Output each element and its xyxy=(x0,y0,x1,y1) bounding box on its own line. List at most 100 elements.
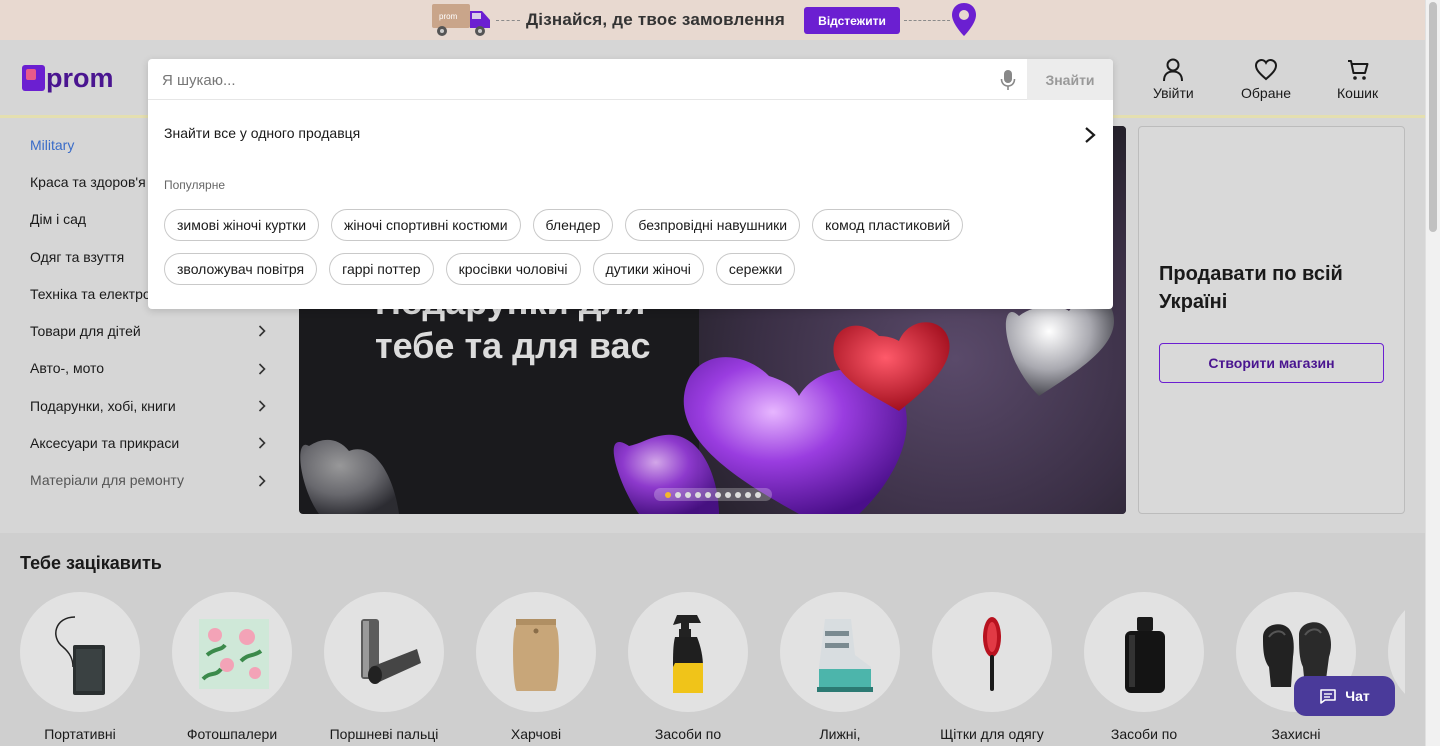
category-label: Аксесуари та прикраси xyxy=(30,435,180,452)
search-dropdown: Знайти Знайти все у одного продавця Попу… xyxy=(148,59,1113,309)
interest-label: Портативні xyxy=(44,726,116,742)
search-bar: Знайти xyxy=(148,59,1113,100)
microphone-icon[interactable] xyxy=(1000,69,1016,91)
interest-thumbnail xyxy=(172,592,292,712)
logo-mark-icon xyxy=(22,65,45,91)
delivery-truck-icon: prom xyxy=(432,4,490,36)
find-from-one-seller-link[interactable]: Знайти все у одного продавця xyxy=(164,125,1097,147)
interest-thumbnail xyxy=(20,592,140,712)
category-item-repair[interactable]: Матеріали для ремонту xyxy=(30,462,270,499)
interest-item[interactable]: Харчові xyxy=(476,592,596,742)
spray-bottle-icon xyxy=(673,615,703,693)
slider-dot[interactable] xyxy=(745,491,751,498)
chevron-right-icon xyxy=(1085,127,1096,143)
popular-label: Популярне xyxy=(164,178,226,192)
popular-chip[interactable]: зимові жіночі куртки xyxy=(164,209,320,241)
cart-button[interactable]: Кошик xyxy=(1337,58,1378,101)
interest-label: Харчові xyxy=(510,726,562,742)
track-order-button[interactable]: Відстежити xyxy=(804,7,900,34)
login-label: Увійти xyxy=(1153,85,1194,101)
interest-thumbnail xyxy=(324,592,444,712)
cart-icon xyxy=(1347,60,1369,80)
user-icon xyxy=(1163,58,1184,82)
interests-section: Тебе зацікавить Портативні Фотошпалери П… xyxy=(0,533,1425,746)
chevron-right-icon xyxy=(258,437,266,449)
popular-chip[interactable]: гаррі поттер xyxy=(329,253,434,285)
interest-label: Щітки для одягу xyxy=(940,726,1044,742)
slider-dot[interactable] xyxy=(665,491,671,498)
wallpaper-icon xyxy=(199,619,269,689)
interest-item[interactable]: Поршневі пальці xyxy=(324,592,444,742)
prom-logo[interactable]: prom xyxy=(22,65,114,92)
svg-text:prom: prom xyxy=(439,12,458,21)
slider-dot[interactable] xyxy=(685,491,691,498)
favorites-button[interactable]: Обране xyxy=(1241,58,1291,101)
login-button[interactable]: Увійти xyxy=(1153,58,1194,101)
slider-dot[interactable] xyxy=(675,491,681,498)
slider-dot[interactable] xyxy=(715,491,721,498)
interest-item[interactable]: Лижні, xyxy=(780,592,900,742)
chat-label: Чат xyxy=(1345,688,1370,704)
popular-chip[interactable]: дутики жіночі xyxy=(592,253,704,285)
popular-chip[interactable]: сережки xyxy=(715,253,796,285)
interest-item[interactable]: Фотошпалери xyxy=(172,592,292,742)
interest-thumbnail xyxy=(1084,592,1204,712)
clothes-brush-icon xyxy=(983,617,1001,691)
popular-chip[interactable]: блендер xyxy=(532,209,614,241)
seller-promo-card: Продавати по всій Україні Створити магаз… xyxy=(1138,126,1405,514)
category-label: Товари для дітей xyxy=(30,323,141,340)
slider-dot[interactable] xyxy=(705,491,711,498)
popular-chip[interactable]: зволожувач повітря xyxy=(164,253,318,285)
chevron-right-icon xyxy=(258,325,266,338)
chat-icon xyxy=(1320,689,1337,704)
interest-label: Лижні, xyxy=(819,726,861,742)
search-input[interactable] xyxy=(162,68,982,92)
category-item-gifts[interactable]: Подарунки, хобі, книги xyxy=(30,387,270,424)
interest-item[interactable]: Засоби по xyxy=(1084,592,1204,742)
slider-dots xyxy=(654,488,772,501)
interest-thumbnail xyxy=(628,592,748,712)
scrollbar-thumb[interactable] xyxy=(1429,2,1437,232)
interest-carousel: Портативні Фотошпалери Поршневі пальці Х… xyxy=(20,592,1405,746)
page-scrollbar[interactable] xyxy=(1425,0,1440,746)
popular-chips: зимові жіночі куртки жіночі спортивні ко… xyxy=(164,209,1104,285)
category-item-kids[interactable]: Товари для дітей xyxy=(30,312,270,349)
chevron-right-icon xyxy=(258,400,266,412)
interest-item[interactable]: Захисні xyxy=(1236,592,1356,742)
category-label: Дім і сад xyxy=(30,211,87,228)
interest-label: Засоби по xyxy=(654,726,722,742)
slider-dot[interactable] xyxy=(725,491,731,498)
category-label: Краса та здоров'я xyxy=(30,173,146,190)
interest-item[interactable]: Щітки для одягу xyxy=(932,592,1052,742)
ski-boot-icon xyxy=(817,619,873,692)
seller-card-title: Продавати по всій Україні xyxy=(1159,263,1343,313)
chat-button[interactable]: Чат xyxy=(1294,676,1395,716)
popular-chip[interactable]: безпровідні навушники xyxy=(625,209,801,241)
popular-chip[interactable]: жіночі спортивні костюми xyxy=(331,209,521,241)
food-bag-icon xyxy=(513,619,559,691)
category-label: Матеріали для ремонту xyxy=(30,472,184,489)
interest-label: Захисні xyxy=(1271,726,1321,742)
search-button[interactable]: Знайти xyxy=(1027,59,1113,100)
slider-dot[interactable] xyxy=(735,491,741,498)
interest-thumbnail xyxy=(476,592,596,712)
seller-link-label: Знайти все у одного продавця xyxy=(164,125,361,141)
popular-chip[interactable]: кросівки чоловічі xyxy=(445,253,581,285)
piston-pin-icon xyxy=(361,619,421,684)
powerbank-icon xyxy=(55,616,105,695)
slider-dot[interactable] xyxy=(695,491,701,498)
interest-thumbnail xyxy=(780,592,900,712)
favorites-label: Обране xyxy=(1241,85,1291,101)
interest-item[interactable]: Портативні xyxy=(20,592,140,742)
interest-label: Поршневі пальці xyxy=(329,726,439,742)
slider-dot[interactable] xyxy=(755,491,761,498)
cologne-bottle-icon xyxy=(1125,617,1165,693)
popular-chip[interactable]: комод пластиковий xyxy=(812,209,964,241)
category-item-auto[interactable]: Авто-, мото xyxy=(30,350,270,387)
interest-label: Фотошпалери xyxy=(186,726,278,742)
create-shop-button[interactable]: Створити магазин xyxy=(1159,343,1384,383)
category-item-accessories[interactable]: Аксесуари та прикраси xyxy=(30,424,270,461)
promo-dash-right xyxy=(904,20,950,21)
interest-item[interactable]: Засоби по xyxy=(628,592,748,742)
category-label: Одяг та взуття xyxy=(30,248,125,265)
